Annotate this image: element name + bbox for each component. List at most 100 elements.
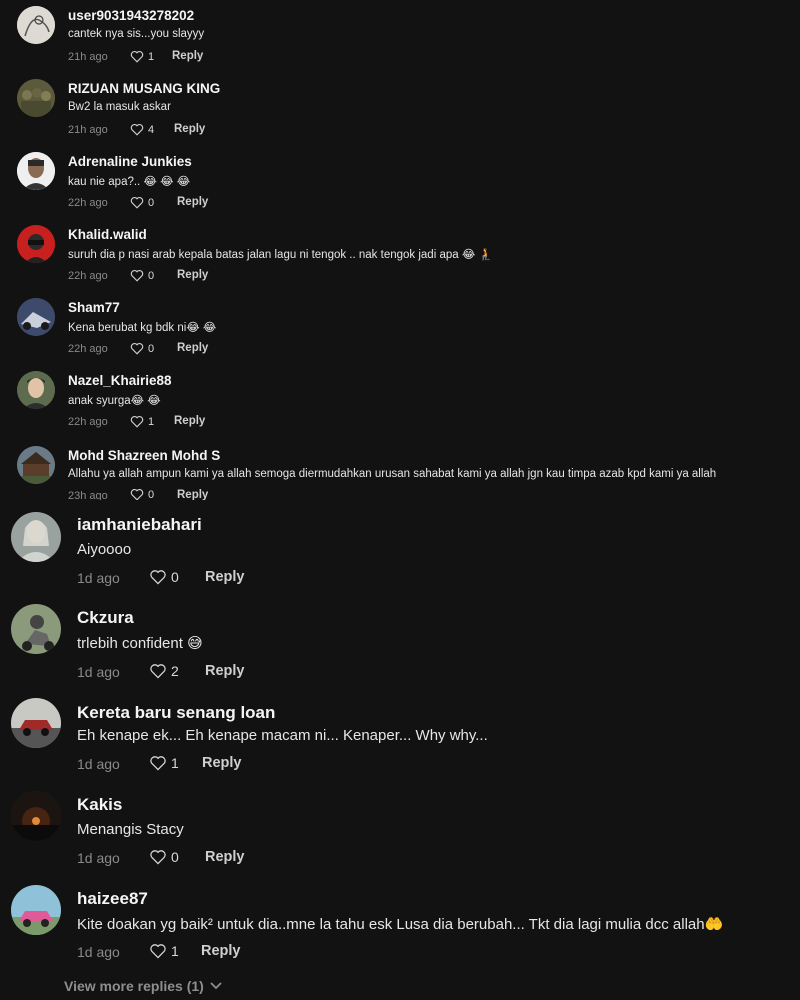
user-avatar[interactable] <box>11 604 61 654</box>
heart-outline-icon <box>130 123 144 136</box>
comment-time: 22h ago <box>68 270 108 282</box>
reply-button[interactable]: Reply <box>202 755 242 771</box>
comment-text: Kite doakan yg baik² untuk dia..mne la t… <box>77 916 724 933</box>
heart-outline-icon <box>130 50 144 63</box>
comment-text: suruh dia p nasi arab kepala batas jalan… <box>68 249 493 261</box>
comment-time: 1d ago <box>77 570 120 586</box>
like-count: 1 <box>171 755 179 771</box>
reply-button[interactable]: Reply <box>177 196 208 208</box>
user-avatar[interactable] <box>11 698 61 748</box>
like-button[interactable]: 1 <box>130 415 154 428</box>
like-count: 0 <box>171 849 179 865</box>
heart-outline-icon <box>150 756 166 771</box>
comment-username[interactable]: haizee87 <box>77 889 148 909</box>
like-count: 0 <box>148 342 155 355</box>
like-button[interactable]: 1 <box>149 943 179 959</box>
like-button[interactable]: 0 <box>130 342 154 355</box>
reply-button[interactable]: Reply <box>177 342 208 354</box>
comment-item: Kereta baru senang loan Eh kenape ek... … <box>0 694 800 786</box>
user-avatar[interactable] <box>11 885 61 935</box>
reply-button[interactable]: Reply <box>205 569 245 585</box>
like-count: 2 <box>171 663 179 679</box>
user-avatar[interactable] <box>11 512 61 562</box>
like-button[interactable]: 1 <box>130 50 154 63</box>
comment-username[interactable]: Nazel_Khairie88 <box>68 373 172 388</box>
user-avatar[interactable] <box>17 298 55 336</box>
comment-username[interactable]: Sham77 <box>68 300 120 315</box>
heart-outline-icon <box>130 415 144 428</box>
like-count: 1 <box>171 943 179 959</box>
comment-time: 23h ago <box>68 490 108 500</box>
like-count: 0 <box>148 269 155 282</box>
comment-item: Adrenaline Junkies kau nie apa?.. 😂 😂 😂 … <box>0 146 800 219</box>
comment-item: Nazel_Khairie88 anak syurga😂 😂 22h ago 1… <box>0 365 800 438</box>
user-avatar[interactable] <box>17 152 55 190</box>
like-count: 1 <box>148 415 155 428</box>
comment-list: user9031943278202 cantek nya sis...you s… <box>0 0 800 1000</box>
reply-button[interactable]: Reply <box>205 849 245 865</box>
like-button[interactable]: 0 <box>130 196 154 209</box>
comment-item: user9031943278202 cantek nya sis...you s… <box>0 0 800 73</box>
comment-username[interactable]: Kereta baru senang loan <box>77 703 275 723</box>
comment-username[interactable]: RIZUAN MUSANG KING <box>68 81 220 96</box>
comment-username[interactable]: iamhaniebahari <box>77 515 202 535</box>
reply-button[interactable]: Reply <box>201 943 241 959</box>
chevron-down-icon <box>210 982 222 990</box>
comment-item: Kakis Menangis Stacy 1d ago 0 Reply <box>0 786 800 880</box>
comment-username[interactable]: Khalid.walid <box>68 227 147 242</box>
user-avatar[interactable] <box>17 225 55 263</box>
comment-text: Menangis Stacy <box>77 821 184 838</box>
like-button[interactable]: 0 <box>149 569 179 585</box>
like-count: 1 <box>148 50 155 63</box>
like-count: 0 <box>171 569 179 585</box>
like-count: 0 <box>148 489 155 500</box>
comment-username[interactable]: Kakis <box>77 795 122 815</box>
comment-text: Eh kenape ek... Eh kenape macam ni... Ke… <box>77 727 488 744</box>
view-more-replies-button[interactable]: View more replies (1) <box>64 978 222 994</box>
comment-time: 21h ago <box>68 51 108 63</box>
reply-button[interactable]: Reply <box>174 123 205 135</box>
reply-button[interactable]: Reply <box>205 663 245 679</box>
like-button[interactable]: 0 <box>149 849 179 865</box>
comment-username[interactable]: Mohd Shazreen Mohd S <box>68 448 220 463</box>
comment-text: cantek nya sis...you slayyy <box>68 28 205 40</box>
reply-button[interactable]: Reply <box>177 489 208 500</box>
like-button[interactable]: 2 <box>149 663 179 679</box>
comment-text: Aiyoooo <box>77 541 132 558</box>
comment-username[interactable]: Ckzura <box>77 608 134 628</box>
reply-button[interactable]: Reply <box>172 50 203 62</box>
comment-time: 1d ago <box>77 664 120 680</box>
comment-time: 22h ago <box>68 416 108 428</box>
user-avatar[interactable] <box>17 371 55 409</box>
heart-outline-icon <box>150 850 166 865</box>
comment-username[interactable]: user9031943278202 <box>68 8 194 23</box>
reply-button[interactable]: Reply <box>174 415 205 427</box>
like-count: 0 <box>148 196 155 209</box>
user-avatar[interactable] <box>17 79 55 117</box>
comment-item: iamhaniebahari Aiyoooo 1d ago 0 Reply <box>0 506 800 600</box>
comment-item: Ckzura trlebih confident 😅 1d ago 2 Repl… <box>0 600 800 694</box>
reply-button[interactable]: Reply <box>177 269 208 281</box>
comment-text: kau nie apa?.. 😂 😂 😂 <box>68 176 191 188</box>
user-avatar[interactable] <box>17 6 55 44</box>
like-button[interactable]: 1 <box>149 755 179 771</box>
user-avatar[interactable] <box>11 791 61 841</box>
user-avatar[interactable] <box>17 446 55 484</box>
comment-text: Kena berubat kg bdk ni😂 😂 <box>68 322 217 334</box>
comment-item: haizee87 Kite doakan yg baik² untuk dia.… <box>0 880 800 972</box>
comment-time: 1d ago <box>77 850 120 866</box>
comment-text: anak syurga😂 😂 <box>68 395 161 407</box>
comment-item: RIZUAN MUSANG KING Bw2 la masuk askar 21… <box>0 73 800 146</box>
heart-outline-icon <box>130 342 144 355</box>
heart-outline-icon <box>150 570 166 585</box>
comment-username[interactable]: Adrenaline Junkies <box>68 154 192 169</box>
comment-item: Sham77 Kena berubat kg bdk ni😂 😂 22h ago… <box>0 292 800 365</box>
comment-time: 22h ago <box>68 343 108 355</box>
like-button[interactable]: 4 <box>130 123 154 136</box>
heart-outline-icon <box>130 196 144 209</box>
comment-time: 22h ago <box>68 197 108 209</box>
heart-outline-icon <box>130 269 144 282</box>
like-button[interactable]: 0 <box>130 489 154 500</box>
comment-item: Mohd Shazreen Mohd S Allahu ya allah amp… <box>0 438 800 506</box>
like-button[interactable]: 0 <box>130 269 154 282</box>
